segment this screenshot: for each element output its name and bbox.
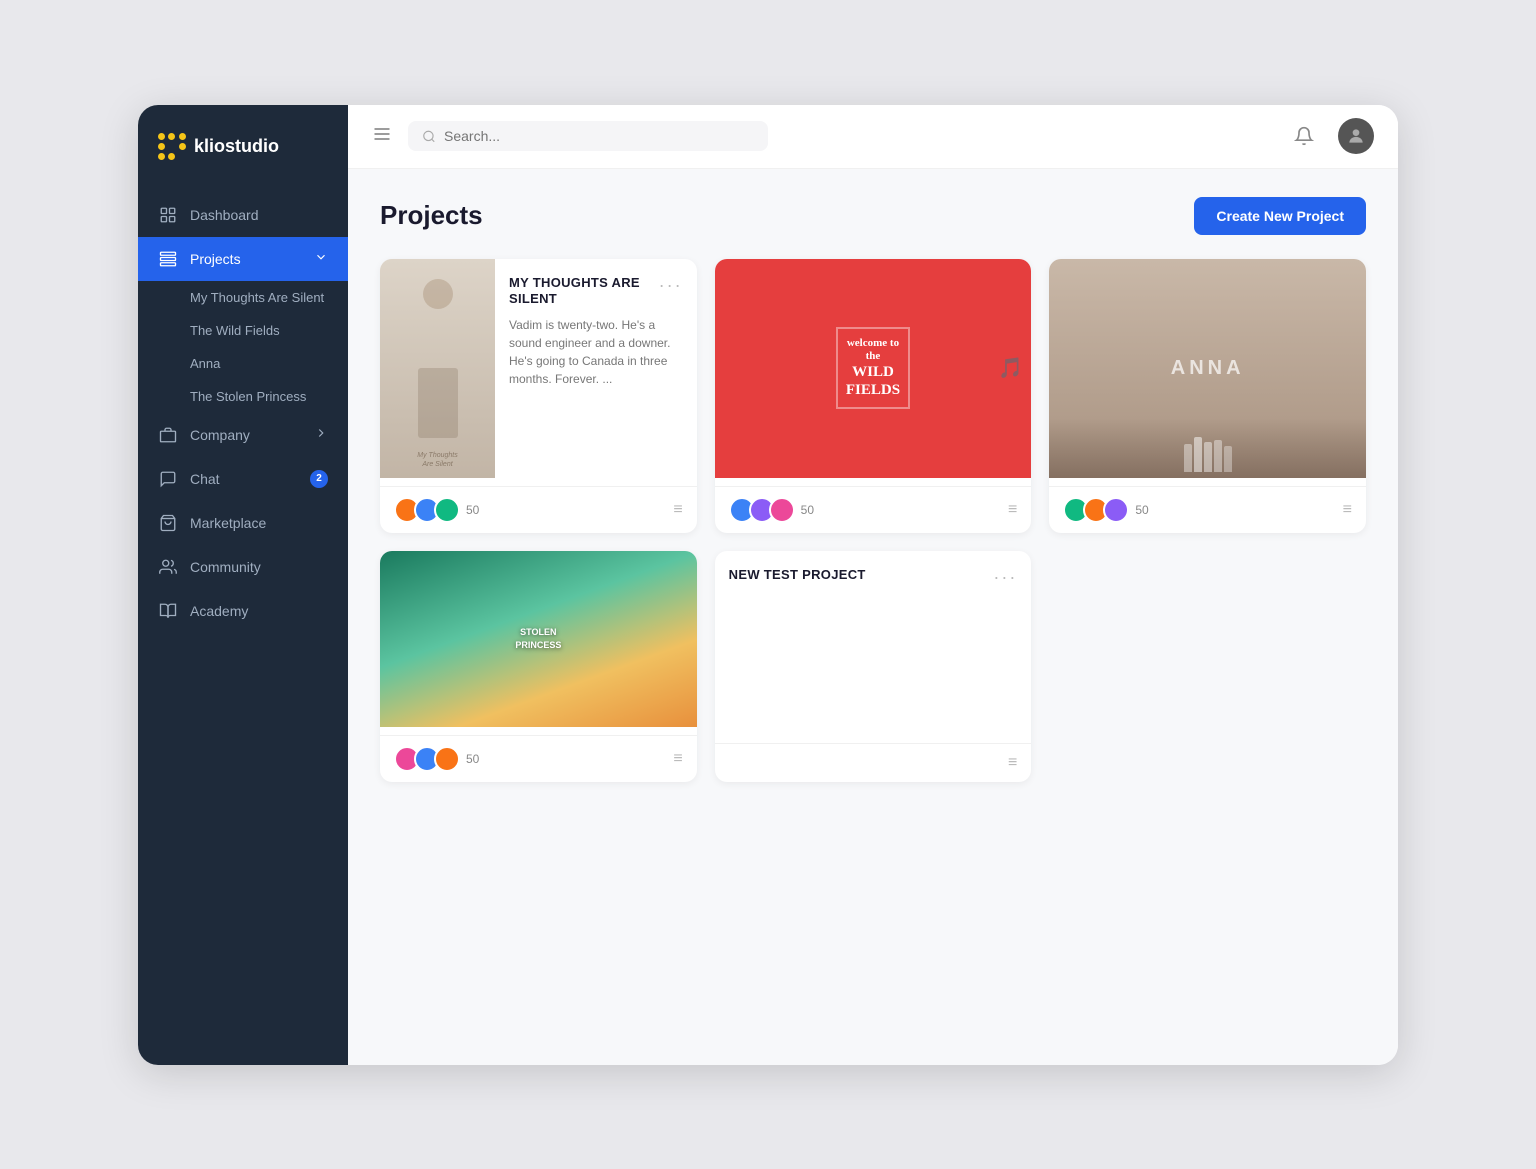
avatar <box>434 746 460 772</box>
sidebar-item-wild-fields[interactable]: The Wild Fields <box>138 314 348 347</box>
project-card-anna: ANNA <box>1049 259 1366 533</box>
dashboard-icon <box>158 205 178 225</box>
page-title: Projects <box>380 200 483 231</box>
anna-label: ANNA <box>1171 357 1245 380</box>
topbar <box>348 105 1398 169</box>
chat-badge: 2 <box>310 470 328 488</box>
sidebar-item-projects[interactable]: Projects <box>138 237 348 281</box>
sidebar: kliostudio Dashboard Projects <box>138 105 348 1065</box>
sidebar-label-marketplace: Marketplace <box>190 515 266 531</box>
avatar-stack-anna: 50 <box>1063 497 1148 523</box>
project-poster-wildfields: welcome totheWILDFIELDS 🎵 <box>715 259 1032 478</box>
avatar-stack-stolen: 50 <box>394 746 479 772</box>
card-footer-newtest: ≡ <box>715 743 1032 782</box>
avatar-stack-wildfields: 50 <box>729 497 814 523</box>
logo: kliostudio <box>138 105 348 185</box>
projects-grid: My ThoughtsAre Silent MY THOUGHTS ARE SI… <box>380 259 1366 783</box>
card-footer-thoughts: 50 ≡ <box>380 486 697 533</box>
sidebar-label-chat: Chat <box>190 471 220 487</box>
company-chevron-icon <box>314 426 328 443</box>
app-frame: kliostudio Dashboard Projects <box>138 105 1398 1065</box>
sidebar-label-community: Community <box>190 559 261 575</box>
sidebar-item-thoughts-silent[interactable]: My Thoughts Are Silent <box>138 281 348 314</box>
create-new-project-button[interactable]: Create New Project <box>1194 197 1366 235</box>
avatar <box>769 497 795 523</box>
card-info: MY THOUGHTS ARE SILENT ··· Vadim is twen… <box>495 259 697 478</box>
project-title-thoughts: MY THOUGHTS ARE SILENT <box>509 275 659 309</box>
projects-sub-nav: My Thoughts Are Silent The Wild Fields A… <box>138 281 348 413</box>
card-body: My ThoughtsAre Silent MY THOUGHTS ARE SI… <box>380 259 697 478</box>
card-title-row: NEW TEST PROJECT ··· <box>715 551 1032 596</box>
marketplace-icon <box>158 513 178 533</box>
sidebar-item-dashboard[interactable]: Dashboard <box>138 193 348 237</box>
user-avatar[interactable] <box>1338 118 1374 154</box>
project-card-newtest: NEW TEST PROJECT ··· ≡ <box>715 551 1032 783</box>
wildfields-label: welcome totheWILDFIELDS <box>836 327 910 409</box>
notification-bell-icon[interactable] <box>1286 118 1322 154</box>
academy-icon <box>158 601 178 621</box>
community-icon <box>158 557 178 577</box>
project-desc-thoughts: Vadim is twenty-two. He's a sound engine… <box>509 316 683 465</box>
projects-icon <box>158 249 178 269</box>
card-list-icon-newtest[interactable]: ≡ <box>1008 754 1017 772</box>
card-list-icon-anna[interactable]: ≡ <box>1343 501 1352 519</box>
card-body: welcome totheWILDFIELDS 🎵 THE WILD FIELD… <box>715 259 1032 478</box>
card-footer-stolen: 50 ≡ <box>380 735 697 782</box>
thoughts-art: My ThoughtsAre Silent <box>380 259 495 478</box>
chat-icon <box>158 469 178 489</box>
project-more-newtest[interactable]: ··· <box>993 567 1017 588</box>
sidebar-item-chat[interactable]: Chat 2 <box>138 457 348 501</box>
members-count-anna: 50 <box>1135 503 1148 517</box>
logo-icon <box>158 133 186 161</box>
card-footer-anna: 50 ≡ <box>1049 486 1366 533</box>
sidebar-item-academy[interactable]: Academy <box>138 589 348 633</box>
sidebar-label-dashboard: Dashboard <box>190 207 259 223</box>
card-list-icon-thoughts[interactable]: ≡ <box>673 501 682 519</box>
card-footer-wildfields: 50 ≡ <box>715 486 1032 533</box>
project-card-wildfields: welcome totheWILDFIELDS 🎵 THE WILD FIELD… <box>715 259 1032 533</box>
project-card-thoughts: My ThoughtsAre Silent MY THOUGHTS ARE SI… <box>380 259 697 533</box>
sidebar-label-projects: Projects <box>190 251 241 267</box>
members-count-thoughts: 50 <box>466 503 479 517</box>
sidebar-label-academy: Academy <box>190 603 248 619</box>
sidebar-item-anna[interactable]: Anna <box>138 347 348 380</box>
sidebar-nav: Dashboard Projects My Thoughts Are Silen… <box>138 185 348 1065</box>
search-icon <box>422 129 436 144</box>
projects-chevron-icon <box>314 250 328 267</box>
card-list-icon-stolen[interactable]: ≡ <box>673 750 682 768</box>
sidebar-label-company: Company <box>190 427 250 443</box>
sidebar-item-company[interactable]: Company <box>138 413 348 457</box>
card-title-row: MY THOUGHTS ARE SILENT ··· <box>509 275 683 309</box>
card-body: STOLENPRINCESS THE STOLEN PRINCESS ··· A… <box>380 551 697 728</box>
card-list-icon-wildfields[interactable]: ≡ <box>1008 501 1017 519</box>
empty-card-body: NEW TEST PROJECT ··· <box>715 551 1032 736</box>
content-header: Projects Create New Project <box>380 197 1366 235</box>
main-content: Projects Create New Project My ThoughtsA… <box>348 105 1398 1065</box>
content-area: Projects Create New Project My ThoughtsA… <box>348 169 1398 1065</box>
menu-icon[interactable] <box>372 124 392 149</box>
project-poster-thoughts: My ThoughtsAre Silent <box>380 259 495 478</box>
search-bar[interactable] <box>408 121 768 151</box>
avatar <box>434 497 460 523</box>
project-poster-stolen: STOLENPRINCESS <box>380 551 697 728</box>
company-icon <box>158 425 178 445</box>
project-card-stolen: STOLENPRINCESS THE STOLEN PRINCESS ··· A… <box>380 551 697 783</box>
sidebar-item-marketplace[interactable]: Marketplace <box>138 501 348 545</box>
search-input[interactable] <box>444 128 754 144</box>
project-poster-anna: ANNA <box>1049 259 1366 478</box>
members-count-stolen: 50 <box>466 752 479 766</box>
project-more-thoughts[interactable]: ··· <box>659 275 683 296</box>
card-body: ANNA <box>1049 259 1366 478</box>
project-title-newtest: NEW TEST PROJECT <box>729 567 866 582</box>
avatar-stack-thoughts: 50 <box>394 497 479 523</box>
sidebar-item-community[interactable]: Community <box>138 545 348 589</box>
avatar <box>1103 497 1129 523</box>
logo-text: kliostudio <box>194 136 279 157</box>
members-count-wildfields: 50 <box>801 503 814 517</box>
sidebar-item-stolen-princess[interactable]: The Stolen Princess <box>138 380 348 413</box>
